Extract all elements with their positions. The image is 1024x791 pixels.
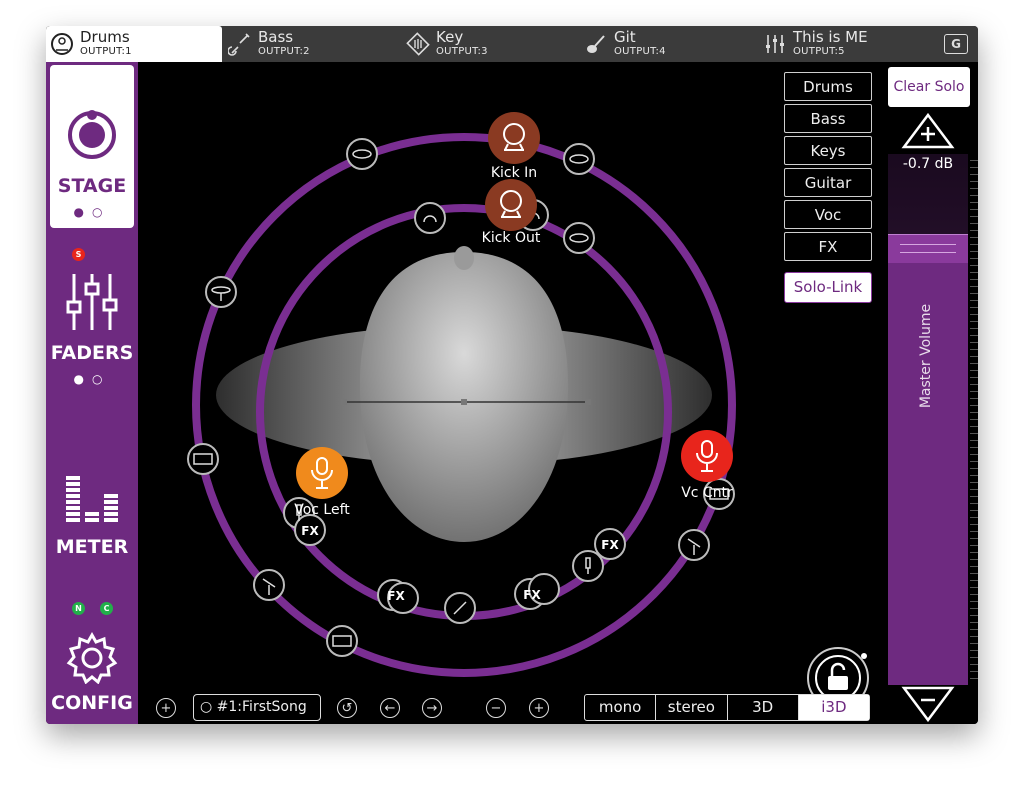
fx-mark: FX: [301, 524, 319, 538]
tab-this-is-me[interactable]: This is ME OUTPUT:5: [759, 26, 929, 62]
clear-solo-button[interactable]: Clear Solo: [888, 67, 970, 107]
stage-button[interactable]: STAGE ●○: [50, 65, 134, 228]
volume-up-button[interactable]: [901, 112, 955, 150]
tab-git-name: Git: [614, 28, 636, 46]
master-volume-label: Master Volume: [918, 303, 934, 409]
master-db-readout: -0.7 dB: [902, 156, 954, 172]
output-tab-bar: Drums OUTPUT:1 Bass OUTPUT:2 Key OUTPUT:…: [46, 26, 978, 62]
source-hihat-icon[interactable]: [205, 276, 237, 308]
tab-git-output: OUTPUT:4: [614, 46, 666, 57]
kick-in-node[interactable]: [488, 112, 540, 164]
mode-stereo[interactable]: stereo: [656, 695, 728, 720]
group-drums-button[interactable]: Drums: [784, 72, 872, 101]
meter-label: METER: [55, 536, 129, 558]
ear-right-handle[interactable]: [585, 399, 591, 405]
source-cymbal-icon[interactable]: [346, 138, 378, 170]
tab-this-is-me-name: This is ME: [793, 28, 868, 46]
mode-3d[interactable]: 3D: [728, 695, 799, 720]
keyboard-icon: [406, 32, 430, 56]
meter-button[interactable]: METER: [50, 462, 134, 562]
tab-key-output: OUTPUT:3: [436, 46, 488, 57]
tab-bass[interactable]: Bass OUTPUT:2: [224, 26, 394, 62]
song-name: #1:FirstSong: [216, 699, 307, 715]
faders-page-dots: ●○: [73, 372, 111, 386]
stage-label: STAGE: [57, 175, 127, 197]
app-window: Drums OUTPUT:1 Bass OUTPUT:2 Key OUTPUT:…: [46, 26, 978, 724]
fader-scale: [970, 154, 978, 685]
source-mic-icon[interactable]: [572, 550, 604, 582]
stage-canvas[interactable]: FX FX FX FX Kick In Kick Out Voc Left Vc…: [138, 62, 886, 724]
group-keys-button[interactable]: Keys: [784, 136, 872, 165]
source-cymbal-icon[interactable]: [563, 143, 595, 175]
song-selector[interactable]: ○ #1:FirstSong: [193, 694, 321, 721]
add-button[interactable]: +: [156, 698, 176, 718]
solo-badge: S: [72, 248, 85, 261]
arrow-left-icon[interactable]: ←: [380, 698, 400, 718]
solo-link-button[interactable]: Solo-Link: [784, 272, 872, 303]
listener-nose: [454, 246, 474, 270]
listener-head: [359, 252, 569, 542]
source-cymbal-icon[interactable]: [563, 222, 595, 254]
fx-mark: FX: [387, 589, 405, 603]
tab-drums[interactable]: Drums OUTPUT:1: [46, 26, 222, 62]
fx-mark: FX: [523, 588, 541, 602]
ear-center-handle[interactable]: [461, 399, 467, 405]
source-crowd-icon[interactable]: [414, 202, 446, 234]
master-fader-handle[interactable]: [888, 234, 968, 263]
mode-i3d[interactable]: i3D: [798, 695, 869, 720]
vc-cntr-label: Vc Cntr: [681, 485, 733, 501]
tab-bass-name: Bass: [258, 28, 294, 46]
group-bass-button[interactable]: Bass: [784, 104, 872, 133]
ear-left-handle[interactable]: [341, 399, 347, 405]
tab-git[interactable]: Git OUTPUT:4: [580, 26, 750, 62]
gear-icon: [66, 632, 118, 684]
group-guitar-button[interactable]: Guitar: [784, 168, 872, 197]
fx-mark: FX: [601, 538, 619, 552]
kick-out-node[interactable]: [485, 179, 537, 231]
source-snare-icon[interactable]: [326, 625, 358, 657]
guitar-icon: [587, 35, 605, 53]
reset-icon[interactable]: ↺: [337, 698, 357, 718]
tab-drums-name: Drums: [80, 28, 130, 46]
render-mode-selector: mono stereo 3D i3D: [584, 694, 870, 721]
stage-icon: [68, 110, 116, 159]
g-button[interactable]: G: [944, 34, 968, 54]
faders-label: FADERS: [50, 342, 134, 364]
group-voc-button[interactable]: Voc: [784, 200, 872, 229]
tab-key[interactable]: Key OUTPUT:3: [402, 26, 572, 62]
stage-page-dots: ●○: [73, 205, 111, 219]
mixer-icon: [766, 35, 784, 53]
badge-n: N: [72, 602, 85, 615]
zoom-in-icon[interactable]: +: [529, 698, 549, 718]
badge-c: C: [100, 602, 113, 615]
mode-mono[interactable]: mono: [585, 695, 657, 720]
bass-guitar-icon: [228, 33, 250, 56]
refresh-small-icon: ○: [200, 699, 217, 715]
voc-left-label: Voc Left: [294, 502, 350, 518]
config-label: CONFIG: [51, 692, 133, 714]
zoom-out-icon[interactable]: −: [486, 698, 506, 718]
drummer-icon: [51, 33, 73, 55]
group-fx-button[interactable]: FX: [784, 232, 872, 261]
meter-icon: [66, 476, 118, 522]
tab-bass-output: OUTPUT:2: [258, 46, 310, 57]
volume-down-button[interactable]: [901, 685, 955, 723]
config-button[interactable]: CONFIG: [50, 622, 134, 722]
source-tom-icon[interactable]: [187, 443, 219, 475]
faders-icon: [66, 274, 118, 330]
tab-drums-output: OUTPUT:1: [80, 46, 132, 57]
arrow-right-icon[interactable]: →: [422, 698, 442, 718]
kick-in-label: Kick In: [491, 165, 537, 181]
tab-key-name: Key: [436, 28, 464, 46]
sidebar: STAGE ●○ S FADERS ●○ METER N C CONFIG: [46, 62, 138, 724]
tab-this-is-me-output: OUTPUT:5: [793, 46, 845, 57]
faders-button[interactable]: FADERS ●○: [50, 262, 134, 392]
kick-out-label: Kick Out: [482, 230, 541, 246]
